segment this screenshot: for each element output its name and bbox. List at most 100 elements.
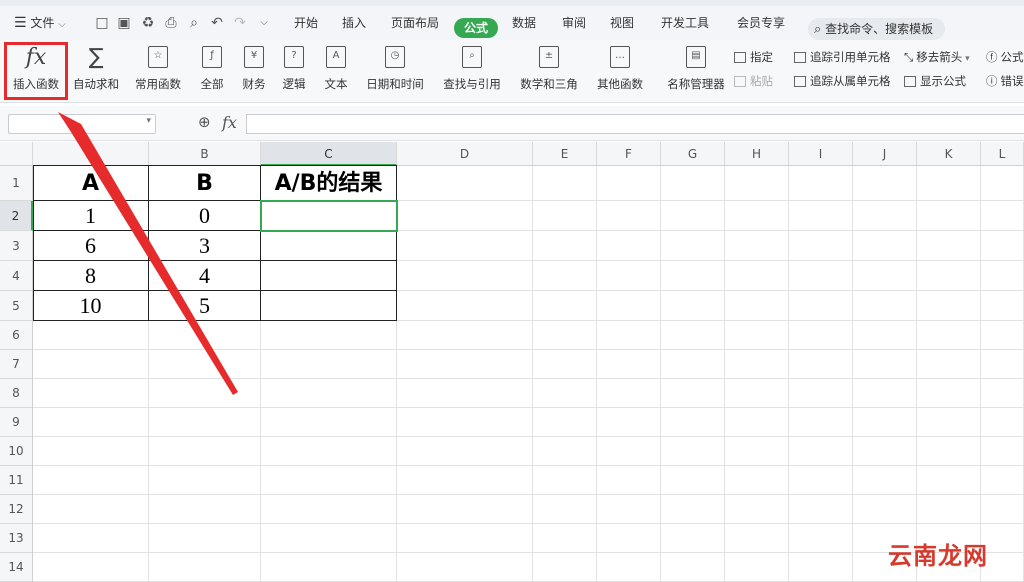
cell-d10[interactable] [397,437,533,466]
cell-a5[interactable]: 10 [33,291,149,321]
cell-d4[interactable] [397,261,533,291]
cell-g1[interactable] [661,166,725,201]
cell-e6[interactable] [533,321,597,350]
cell-k1[interactable] [917,166,981,201]
cell-f5[interactable] [597,291,661,321]
cell-k8[interactable] [917,379,981,408]
cell-b14[interactable] [149,553,261,582]
cell-k11[interactable] [917,466,981,495]
cell-j11[interactable] [853,466,917,495]
cell-h12[interactable] [725,495,789,524]
cell-l9[interactable] [981,408,1024,437]
cell-i13[interactable] [789,524,853,553]
cell-i4[interactable] [789,261,853,291]
worksheet-grid[interactable]: A B C D E F G H I J K L 1 A B A/B的结果 2 1 0 3 6 3 4 8 4 5 10 5 6 7 8 9 10… [0,142,1024,582]
print-preview-icon[interactable]: ⌕ [186,15,202,31]
cell-g10[interactable] [661,437,725,466]
paste-name-button[interactable]: 粘贴 [734,72,773,90]
cell-b5[interactable]: 5 [149,291,261,321]
column-header-b[interactable]: B [149,142,261,166]
cell-b3[interactable]: 3 [149,231,261,261]
column-header-j[interactable]: J [853,142,917,166]
zoom-formula-icon[interactable]: ⊕ [198,113,211,131]
cell-k3[interactable] [917,231,981,261]
cell-i9[interactable] [789,408,853,437]
cell-l7[interactable] [981,350,1024,379]
cell-j2[interactable] [853,201,917,231]
row-header-5[interactable]: 5 [0,291,33,321]
cell-d12[interactable] [397,495,533,524]
cell-h5[interactable] [725,291,789,321]
cell-a14[interactable] [33,553,149,582]
cell-a12[interactable] [33,495,149,524]
cell-a11[interactable] [33,466,149,495]
cell-j1[interactable] [853,166,917,201]
cell-f4[interactable] [597,261,661,291]
cell-e7[interactable] [533,350,597,379]
column-header-h[interactable]: H [725,142,789,166]
cell-a6[interactable] [33,321,149,350]
name-box[interactable]: ▾ [8,114,156,134]
cell-d3[interactable] [397,231,533,261]
cell-e14[interactable] [533,553,597,582]
cell-c13[interactable] [261,524,397,553]
cell-k12[interactable] [917,495,981,524]
text-functions-button[interactable]: A 文本 [318,44,354,98]
cell-k10[interactable] [917,437,981,466]
tab-developer[interactable]: 开发工具 [661,6,709,40]
cell-h2[interactable] [725,201,789,231]
cell-d5[interactable] [397,291,533,321]
row-header-4[interactable]: 4 [0,261,33,291]
row-header-2[interactable]: 2 [0,201,33,231]
math-functions-button[interactable]: ± 数学和三角 [514,44,584,98]
cell-g12[interactable] [661,495,725,524]
cell-d11[interactable] [397,466,533,495]
column-header-d[interactable]: D [397,142,533,166]
formula-fx-icon[interactable]: fx [222,113,237,132]
cell-b2[interactable]: 0 [149,201,261,231]
active-cell-cursor[interactable] [260,200,398,232]
cell-l2[interactable] [981,201,1024,231]
cell-i3[interactable] [789,231,853,261]
cell-a9[interactable] [33,408,149,437]
cell-f6[interactable] [597,321,661,350]
cell-g2[interactable] [661,201,725,231]
cell-f13[interactable] [597,524,661,553]
tab-data[interactable]: 数据 [512,6,536,40]
cell-c5[interactable] [261,291,397,321]
cell-h14[interactable] [725,553,789,582]
cell-a3[interactable]: 6 [33,231,149,261]
row-header-3[interactable]: 3 [0,231,33,261]
cell-b13[interactable] [149,524,261,553]
cell-i2[interactable] [789,201,853,231]
cell-i8[interactable] [789,379,853,408]
cell-a7[interactable] [33,350,149,379]
cell-f8[interactable] [597,379,661,408]
cell-d1[interactable] [397,166,533,201]
show-formulas-button[interactable]: 显示公式 [904,72,966,90]
cell-j6[interactable] [853,321,917,350]
cell-g8[interactable] [661,379,725,408]
cell-f12[interactable] [597,495,661,524]
cell-j12[interactable] [853,495,917,524]
cell-b7[interactable] [149,350,261,379]
save-icon[interactable]: ▣ [116,15,132,31]
column-header-l[interactable]: L [981,142,1024,166]
cell-g3[interactable] [661,231,725,261]
cell-d7[interactable] [397,350,533,379]
cell-i11[interactable] [789,466,853,495]
cell-j5[interactable] [853,291,917,321]
cell-c14[interactable] [261,553,397,582]
cell-f3[interactable] [597,231,661,261]
cell-f11[interactable] [597,466,661,495]
remove-arrows-button[interactable]: ⤡ 移去箭头 ▾ [904,48,970,66]
column-header-k[interactable]: K [917,142,981,166]
cell-e10[interactable] [533,437,597,466]
all-functions-button[interactable]: ƒ 全部 [194,44,230,98]
cell-a2[interactable]: 1 [33,201,149,231]
cell-e4[interactable] [533,261,597,291]
tab-formulas[interactable]: 公式 [454,18,499,38]
finance-functions-button[interactable]: ¥ 财务 [236,44,272,98]
cell-a13[interactable] [33,524,149,553]
cell-l1[interactable] [981,166,1024,201]
